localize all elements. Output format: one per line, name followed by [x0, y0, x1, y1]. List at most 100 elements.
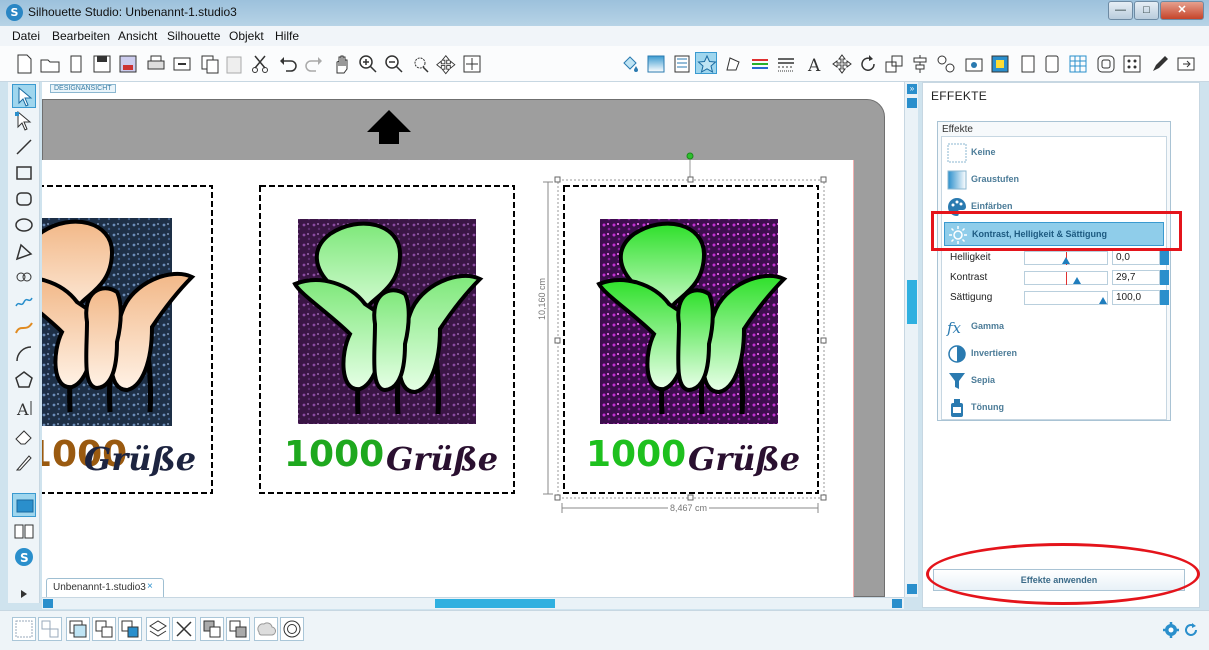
scroll-up-icon[interactable] — [907, 98, 917, 108]
grid-icon[interactable] — [1066, 52, 1088, 74]
drag-zoom-icon[interactable] — [434, 52, 456, 75]
vertical-scrollbar[interactable]: » — [904, 82, 918, 597]
scroll-down-icon[interactable] — [907, 584, 917, 594]
replicate-icon[interactable] — [934, 52, 956, 74]
offset-icon[interactable] — [1094, 52, 1116, 74]
transform-move-icon[interactable] — [830, 52, 852, 74]
duplicate-icon[interactable] — [146, 617, 170, 641]
copy-icon[interactable] — [198, 52, 220, 74]
effect-gamma[interactable]: fx Gamma — [944, 315, 1164, 339]
effect-toenung[interactable]: Tönung — [944, 396, 1164, 420]
open-folder-icon[interactable] — [38, 52, 60, 74]
collapse-panel-icon[interactable]: » — [907, 84, 917, 94]
design-view-icon[interactable] — [12, 493, 36, 517]
menu-datei[interactable]: Datei — [12, 29, 40, 43]
send-to-silhouette-icon[interactable] — [170, 52, 192, 74]
zoom-out-icon[interactable] — [382, 52, 404, 74]
image-effects-icon[interactable] — [695, 52, 717, 74]
library-view-icon[interactable] — [12, 519, 36, 543]
slider-saettigung-value[interactable]: 100,0 — [1112, 290, 1160, 305]
menu-ansicht[interactable]: Ansicht — [118, 29, 157, 43]
silhouette-store-icon[interactable]: S — [12, 545, 36, 569]
slider-kontrast-value[interactable]: 29,7 — [1112, 270, 1160, 285]
ellipse-tool-icon[interactable] — [12, 213, 36, 237]
slider-kontrast-track[interactable] — [1024, 271, 1108, 285]
settings-gear-icon[interactable] — [1162, 621, 1180, 639]
menu-silhouette[interactable]: Silhouette — [167, 29, 220, 43]
expand-panel-icon[interactable] — [12, 582, 36, 600]
zoom-in-icon[interactable] — [356, 52, 378, 74]
smooth-freehand-tool-icon[interactable] — [12, 315, 36, 339]
slider-kontrast-thumb[interactable] — [1073, 277, 1081, 284]
trace-icon[interactable] — [962, 52, 984, 74]
undo-icon[interactable] — [276, 52, 298, 74]
freehand-tool-icon[interactable] — [12, 290, 36, 314]
refresh-icon[interactable] — [1182, 621, 1200, 639]
delete-icon[interactable] — [172, 617, 196, 641]
ungroup-icon[interactable] — [38, 617, 62, 641]
send-cut-icon[interactable] — [1174, 52, 1196, 74]
line-tool-icon[interactable] — [12, 135, 36, 159]
gradient-fill-icon[interactable] — [644, 52, 666, 74]
fill-color-icon[interactable] — [618, 52, 640, 74]
shape-effects-icon[interactable] — [721, 52, 743, 74]
line-color-icon[interactable] — [748, 52, 770, 74]
close-button[interactable]: ✕ — [1160, 1, 1204, 20]
save-icon[interactable] — [90, 52, 112, 74]
select-tool-icon[interactable] — [12, 84, 36, 108]
menu-bearbeiten[interactable]: Bearbeiten — [52, 29, 110, 43]
text-tool-icon[interactable]: A — [12, 396, 36, 420]
horizontal-scrollbar[interactable] — [42, 597, 904, 609]
eraser-tool-icon[interactable] — [12, 424, 36, 448]
zoom-selection-icon[interactable] — [408, 52, 430, 74]
page-setup-icon[interactable] — [1016, 52, 1038, 74]
pattern-fill-icon[interactable] — [670, 52, 692, 74]
rounded-rectangle-tool-icon[interactable] — [12, 187, 36, 211]
effect-sepia[interactable]: Sepia — [944, 369, 1164, 393]
offset-rings-icon[interactable] — [280, 617, 304, 641]
document-tab-close-icon[interactable]: × — [147, 581, 153, 592]
align-icon[interactable] — [908, 52, 930, 74]
slider-helligkeit-spinner[interactable] — [1160, 250, 1169, 265]
menu-hilfe[interactable]: Hilfe — [275, 29, 299, 43]
library-icon[interactable] — [64, 52, 86, 74]
edit-points-tool-icon[interactable] — [12, 109, 36, 133]
knife-tool-icon[interactable] — [12, 450, 36, 474]
text-style-icon[interactable]: A — [802, 52, 824, 76]
bring-to-front-icon[interactable] — [118, 617, 142, 641]
slider-saettigung-thumb[interactable] — [1099, 297, 1107, 304]
paste-icon[interactable] — [222, 52, 244, 74]
group-icon[interactable] — [12, 617, 36, 641]
scroll-right-icon[interactable] — [892, 599, 902, 608]
print-icon[interactable] — [144, 52, 166, 74]
save-to-library-icon[interactable] — [116, 52, 138, 74]
send-backward-icon[interactable] — [200, 617, 224, 641]
weld-icon[interactable] — [254, 617, 278, 641]
slider-saettigung-track[interactable] — [1024, 291, 1108, 305]
arc-tool-icon[interactable] — [12, 342, 36, 366]
fit-to-page-icon[interactable] — [460, 52, 482, 74]
line-style-icon[interactable] — [774, 52, 796, 74]
effect-keine[interactable]: Keine — [944, 141, 1164, 165]
compound-path-icon[interactable] — [66, 617, 90, 641]
design-canvas[interactable]: DESIGNANSICHT 000 Grüße 1000 Grüße 1000 … — [42, 82, 904, 597]
minimize-button[interactable]: — — [1108, 1, 1133, 20]
cut-icon[interactable] — [248, 52, 270, 74]
polygon-tool-icon[interactable] — [12, 240, 36, 264]
document-tab[interactable]: Unbenannt-1.studio3 × — [46, 578, 164, 597]
slider-helligkeit-value[interactable]: 0,0 — [1112, 250, 1160, 265]
effect-graustufen[interactable]: Graustufen — [944, 168, 1164, 192]
release-compound-icon[interactable] — [92, 617, 116, 641]
rectangle-tool-icon[interactable] — [12, 161, 36, 185]
send-to-back-icon[interactable] — [226, 617, 250, 641]
slider-saettigung-spinner[interactable] — [1160, 290, 1169, 305]
image-trace-icon[interactable] — [988, 52, 1010, 74]
scale-icon[interactable] — [882, 52, 904, 74]
slider-kontrast-spinner[interactable] — [1160, 270, 1169, 285]
sketch-pen-icon[interactable] — [1148, 52, 1170, 74]
vertical-scroll-thumb[interactable] — [907, 280, 917, 324]
scroll-left-icon[interactable] — [43, 599, 53, 608]
menu-objekt[interactable]: Objekt — [229, 29, 264, 43]
hand-pan-icon[interactable] — [330, 52, 352, 74]
registration-marks-icon[interactable] — [1040, 52, 1062, 74]
